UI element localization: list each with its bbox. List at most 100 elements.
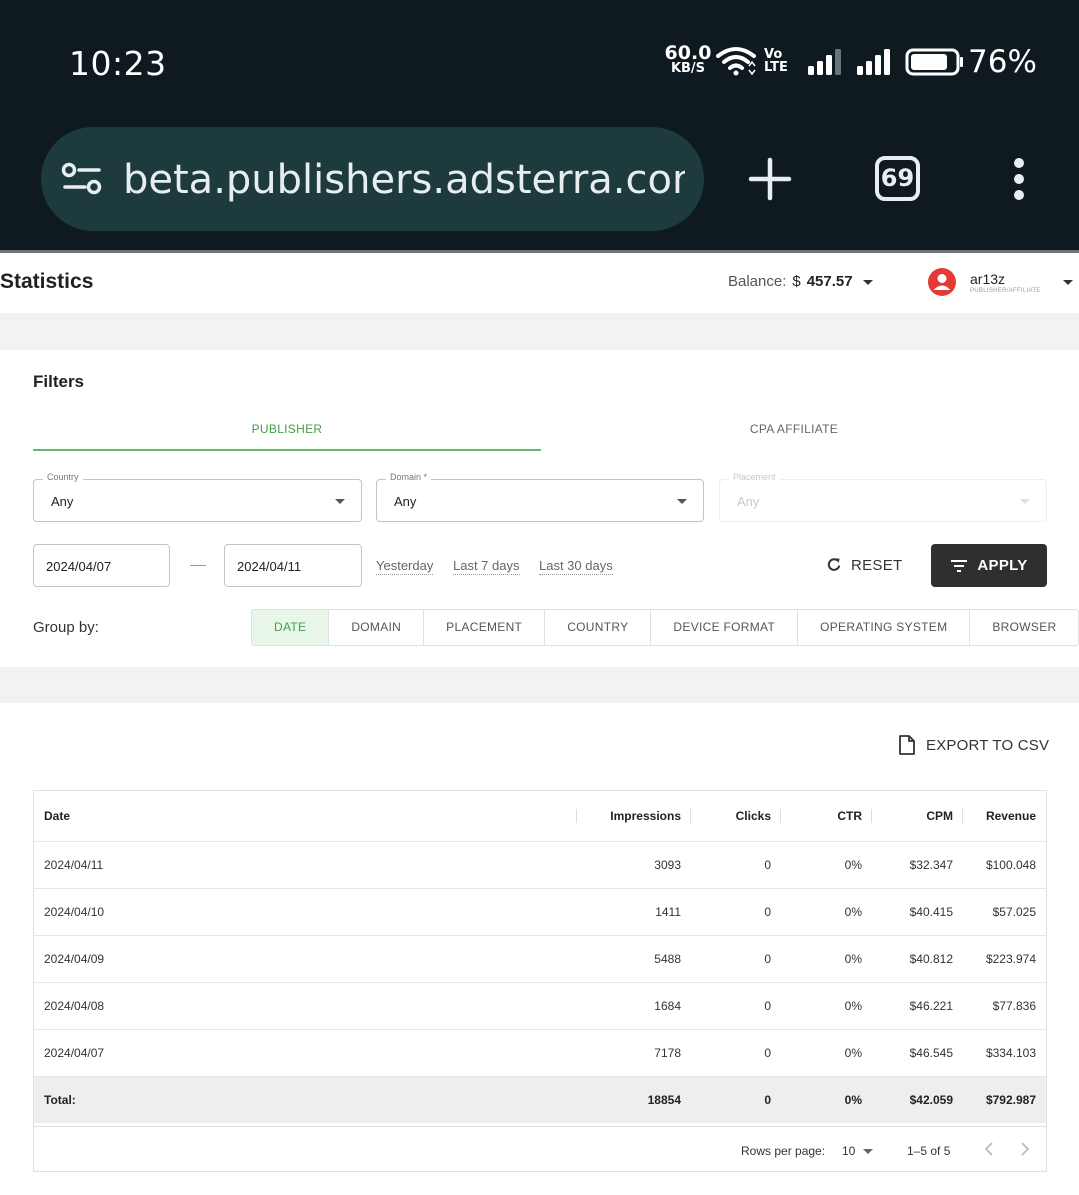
quick-range-yesterday[interactable]: Yesterday <box>376 558 434 575</box>
chevron-down-icon[interactable] <box>1063 280 1073 285</box>
column-header-label: Clicks <box>735 808 771 823</box>
username[interactable]: ar13z <box>970 271 1005 287</box>
total-label: Total: <box>34 1075 577 1123</box>
chevron-down-icon[interactable] <box>862 279 873 285</box>
section-spacer <box>0 667 1079 703</box>
menu-icon[interactable] <box>1008 157 1030 201</box>
cell-date: 2024/04/10 <box>34 887 577 935</box>
site-settings-icon[interactable] <box>61 161 103 197</box>
network-speed-unit: KB/S <box>670 61 706 76</box>
reset-button[interactable]: RESET <box>826 548 903 582</box>
balance-value: 457.57 <box>806 273 853 290</box>
table-row: 2024/04/08 1684 0 0% $46.221 $77.836 <box>34 981 1046 1029</box>
chevron-left-icon[interactable] <box>984 1142 994 1156</box>
browser-toolbar: beta.publishers.adsterra.com/s 69 <box>0 125 1079 250</box>
battery-icon <box>905 48 963 76</box>
date-from-input[interactable]: 2024/04/07 <box>33 544 170 587</box>
balance-dropdown[interactable]: Balance: $457.57 <box>728 273 873 290</box>
file-icon <box>899 735 915 755</box>
network-speed-value: 60.0 <box>664 42 712 64</box>
volte-bottom-label: LTE <box>764 60 788 75</box>
cell-clicks: 0 <box>691 1028 781 1076</box>
group-by-country[interactable]: COUNTRY <box>545 610 652 645</box>
column-header-label: Impressions <box>610 808 681 823</box>
pagination: Rows per page: 10 1–5 of 5 <box>34 1126 1046 1172</box>
cell-cpm: $46.221 <box>872 981 963 1029</box>
chevron-right-icon[interactable] <box>1020 1142 1030 1156</box>
cell-clicks: 0 <box>691 934 781 982</box>
column-header-cpm[interactable]: CPM <box>872 791 963 841</box>
domain-select-label: Domain * <box>386 472 432 482</box>
domain-select-value: Any <box>394 494 417 509</box>
balance-currency: $ <box>792 273 801 290</box>
address-bar[interactable]: beta.publishers.adsterra.com/s <box>41 127 704 231</box>
column-header-impressions[interactable]: Impressions <box>577 791 691 841</box>
cell-revenue: $100.048 <box>963 840 1046 888</box>
apply-label: APPLY <box>977 557 1028 574</box>
cell-revenue: $57.025 <box>963 887 1046 935</box>
quick-range-last-7-days[interactable]: Last 7 days <box>453 558 520 575</box>
cell-impressions: 1411 <box>577 887 691 935</box>
group-by-placement[interactable]: PLACEMENT <box>424 610 546 645</box>
export-csv-button[interactable]: EXPORT TO CSV <box>898 735 1049 755</box>
group-by-browser[interactable]: BROWSER <box>970 610 1078 645</box>
group-by-date[interactable]: DATE <box>252 610 330 645</box>
chevron-down-icon <box>335 499 345 504</box>
group-by-device-format[interactable]: DEVICE FORMAT <box>651 610 799 645</box>
column-header-revenue[interactable]: Revenue <box>963 791 1046 841</box>
statistics-table: Date Impressions Clicks CTR CPM Revenue … <box>33 790 1047 1172</box>
group-by-domain[interactable]: DOMAIN <box>329 610 425 645</box>
country-select[interactable]: Country Any <box>33 472 362 522</box>
chevron-down-icon[interactable] <box>863 1149 873 1154</box>
balance-label: Balance: <box>728 273 787 290</box>
column-header-label: Date <box>44 808 71 823</box>
reset-label: RESET <box>851 556 903 574</box>
signal-icon <box>857 49 890 75</box>
avatar[interactable] <box>928 268 956 296</box>
placement-select-label: Placement <box>729 472 780 482</box>
cell-ctr: 0% <box>781 934 872 982</box>
domain-select[interactable]: Domain * Any <box>376 472 704 522</box>
rows-per-page-label: Rows per page: <box>741 1144 826 1158</box>
table-row: 2024/04/07 7178 0 0% $46.545 $334.103 <box>34 1028 1046 1076</box>
tab-cpa-affiliate[interactable]: CPA AFFILIATE <box>541 422 1047 436</box>
cell-cpm: $40.415 <box>872 887 963 935</box>
placement-select: Placement Any <box>719 472 1047 522</box>
total-impressions: 18854 <box>577 1075 691 1123</box>
cell-impressions: 5488 <box>577 934 691 982</box>
tab-publisher[interactable]: PUBLISHER <box>33 422 541 436</box>
column-header-date[interactable]: Date <box>34 791 577 841</box>
country-select-label: Country <box>43 472 83 482</box>
chevron-down-icon <box>1020 499 1030 504</box>
cell-impressions: 1684 <box>577 981 691 1029</box>
cell-date: 2024/04/09 <box>34 934 577 982</box>
cell-date: 2024/04/08 <box>34 981 577 1029</box>
date-to-input[interactable]: 2024/04/11 <box>224 544 362 587</box>
cell-impressions: 7178 <box>577 1028 691 1076</box>
apply-button[interactable]: APPLY <box>931 544 1047 587</box>
cell-impressions: 3093 <box>577 840 691 888</box>
cell-clicks: 0 <box>691 887 781 935</box>
column-header-clicks[interactable]: Clicks <box>691 791 781 841</box>
cell-clicks: 0 <box>691 840 781 888</box>
group-by-label: Group by: <box>33 619 99 636</box>
cell-clicks: 0 <box>691 981 781 1029</box>
total-ctr: 0% <box>781 1075 872 1123</box>
cell-ctr: 0% <box>781 981 872 1029</box>
cell-cpm: $40.812 <box>872 934 963 982</box>
user-role: PUBLISHER/AFFILIATE <box>970 288 1041 294</box>
url-text[interactable]: beta.publishers.adsterra.com/s <box>123 157 685 203</box>
pagination-range: 1–5 of 5 <box>907 1144 951 1158</box>
rows-per-page-select[interactable]: 10 <box>842 1144 855 1158</box>
quick-range-last-30-days[interactable]: Last 30 days <box>539 558 613 575</box>
column-header-ctr[interactable]: CTR <box>781 791 872 841</box>
tab-switcher-icon[interactable]: 69 <box>875 156 920 201</box>
placement-select-value: Any <box>737 494 760 509</box>
cell-cpm: $46.545 <box>872 1028 963 1076</box>
group-by-operating-system[interactable]: OPERATING SYSTEM <box>798 610 971 645</box>
cell-cpm: $32.347 <box>872 840 963 888</box>
table-row: 2024/04/09 5488 0 0% $40.812 $223.974 <box>34 934 1046 982</box>
new-tab-icon[interactable] <box>748 157 792 201</box>
chevron-down-icon <box>677 499 687 504</box>
network-speed: 60.0 KB/S <box>664 42 712 77</box>
